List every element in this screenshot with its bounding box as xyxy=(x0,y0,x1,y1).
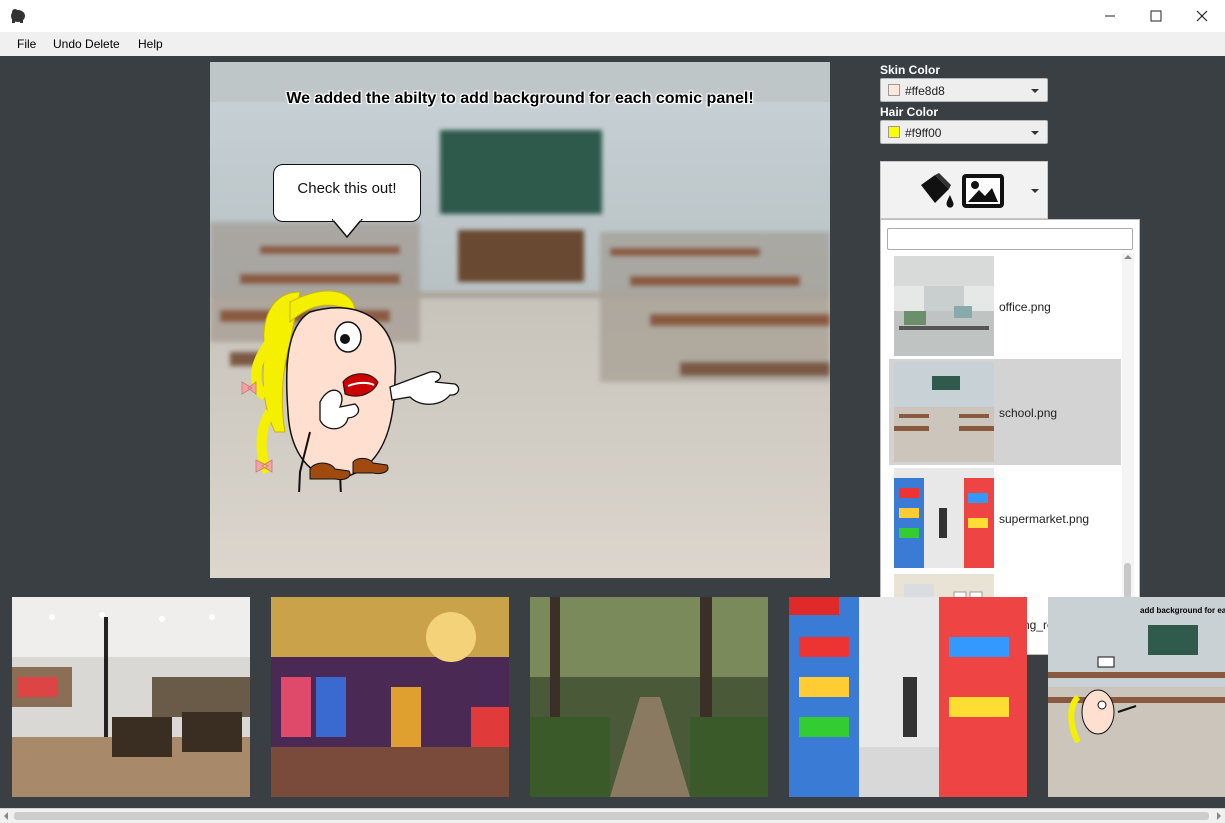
menu-file[interactable]: File xyxy=(17,37,36,51)
list-item-label: supermarket.png xyxy=(999,512,1090,526)
list-item-label: office.png xyxy=(999,300,1051,314)
speech-bubble-tail xyxy=(332,219,363,239)
paint-bucket-icon xyxy=(921,173,954,208)
speech-bubble[interactable]: Check this out! xyxy=(273,164,421,222)
skin-color-swatch xyxy=(888,84,900,96)
minimize-button[interactable] xyxy=(1087,0,1133,32)
menu-undo-delete[interactable]: Undo Delete xyxy=(53,37,120,51)
menu-help[interactable]: Help xyxy=(138,37,163,51)
filmstrip-scrollbar[interactable] xyxy=(0,808,1225,823)
chevron-down-icon xyxy=(1031,89,1039,93)
list-item-school[interactable]: school.png xyxy=(889,359,1121,465)
filmstrip-thumbnail-restaurant[interactable] xyxy=(12,597,250,797)
chevron-down-icon xyxy=(1031,189,1039,193)
hair-color-swatch xyxy=(888,126,900,138)
filmstrip-thumbnail-casino[interactable] xyxy=(271,597,509,797)
background-picker-button[interactable] xyxy=(880,161,1048,219)
school-thumbnail xyxy=(894,362,994,462)
scroll-right-arrow-icon[interactable] xyxy=(1217,812,1221,820)
panel-title: We added the abilty to add background fo… xyxy=(286,90,754,107)
scroll-left-arrow-icon[interactable] xyxy=(4,812,8,820)
close-button[interactable] xyxy=(1179,0,1225,32)
filmstrip-thumbnail-supermarket[interactable] xyxy=(789,597,1027,797)
chevron-down-icon xyxy=(1031,131,1039,135)
hair-color-picker[interactable]: #f9ff00 xyxy=(880,120,1048,144)
background-search-input[interactable] xyxy=(887,228,1133,250)
scrollbar-thumb[interactable] xyxy=(14,812,1209,820)
filmstrip-thumbnail-caption: add background for each xyxy=(1140,606,1225,615)
list-item-supermarket[interactable]: supermarket.png xyxy=(889,465,1121,571)
list-item-office[interactable]: office.png xyxy=(889,253,1121,359)
speech-bubble-text: Check this out! xyxy=(297,180,397,197)
office-thumbnail xyxy=(894,256,994,356)
image-icon xyxy=(962,174,1004,208)
character-shoes xyxy=(309,457,389,480)
skin-color-value: #ffe8d8 xyxy=(905,84,945,98)
comic-panel[interactable]: We added the abilty to add background fo… xyxy=(210,62,830,578)
gorilla-app-icon xyxy=(9,7,27,28)
supermarket-thumbnail xyxy=(894,468,994,568)
filmstrip-thumbnail-forest[interactable] xyxy=(530,597,768,797)
list-item-label: school.png xyxy=(999,406,1058,420)
filmstrip-thumbnail-school-panel[interactable]: add background for each xyxy=(1048,597,1225,797)
hair-color-label: Hair Color xyxy=(880,105,939,119)
skin-color-picker[interactable]: #ffe8d8 xyxy=(880,78,1048,102)
menu-bar: File Undo Delete Help xyxy=(0,32,1225,57)
dropdown-scrollbar[interactable] xyxy=(1122,253,1134,651)
hair-color-value: #f9ff00 xyxy=(905,126,942,140)
background-list[interactable]: office.png school.png supermarket.png wa… xyxy=(889,253,1121,651)
scroll-up-arrow-icon[interactable] xyxy=(1124,255,1132,259)
title-bar xyxy=(0,0,1225,32)
background-dropdown: office.png school.png supermarket.png wa… xyxy=(880,219,1140,655)
skin-color-label: Skin Color xyxy=(880,63,941,77)
maximize-button[interactable] xyxy=(1133,0,1179,32)
